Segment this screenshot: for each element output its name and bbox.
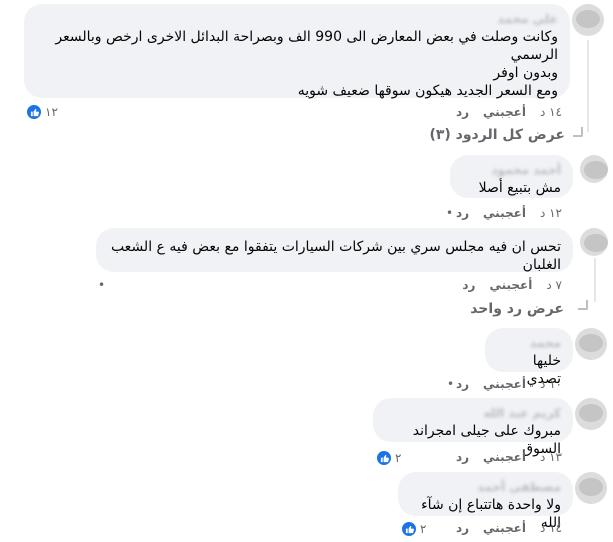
like-button[interactable]: أعجبني: [489, 278, 532, 292]
separator-dot: •: [446, 206, 454, 220]
like-button[interactable]: أعجبني: [483, 521, 526, 535]
reaction-summary[interactable]: ٢: [376, 450, 401, 466]
comment-text: تحس ان فيه مجلس سري بين شركات السيارات ي…: [110, 239, 561, 273]
comment-actions: ١٤ د أعجبني رد: [456, 521, 562, 535]
thread-line: [587, 40, 589, 132]
reply-button[interactable]: رد: [456, 450, 469, 464]
avatar[interactable]: [580, 228, 608, 256]
comment-author[interactable]: محمد: [497, 336, 561, 350]
comment-time[interactable]: ١٤ د: [540, 521, 562, 535]
comment-time[interactable]: ١٢ د: [540, 206, 562, 220]
reaction-count: ٢: [395, 451, 402, 465]
comment-text-line: ومع السعر الجديد هيكون سوقها ضعيف شويه: [297, 83, 558, 99]
like-button[interactable]: أعجبني: [483, 377, 526, 391]
like-button[interactable]: أعجبني: [483, 105, 526, 119]
comment-author[interactable]: مصطفى أحمد: [410, 480, 561, 494]
reply-arrow-icon: [573, 127, 583, 137]
reply-button[interactable]: رد: [456, 377, 469, 391]
avatar[interactable]: [575, 472, 607, 504]
reaction-summary[interactable]: ٢: [401, 521, 426, 537]
comment-bubble: علي محمد وكانت وصلت في بعض المعارض الى 9…: [24, 4, 570, 99]
like-icon: [26, 104, 42, 120]
reaction-count: ١٢: [45, 105, 58, 119]
view-one-reply-link[interactable]: عرض رد واحد: [470, 301, 564, 317]
reply-button[interactable]: رد: [462, 278, 475, 292]
avatar[interactable]: [575, 328, 607, 360]
avatar[interactable]: [572, 4, 604, 36]
like-icon: [401, 521, 417, 537]
comment-author[interactable]: علي محمد: [36, 12, 558, 26]
comment-author[interactable]: أحمد محمود: [462, 163, 561, 177]
comment-bubble: مصطفى أحمد ولا واحدة هاتتباع إن شآء الله: [398, 472, 573, 531]
reply-arrow-icon: [578, 300, 588, 310]
separator-dot: •: [98, 278, 106, 292]
comment-bubble: محمد خليها تصدي: [485, 328, 573, 387]
reaction-summary[interactable]: ١٢: [26, 104, 58, 120]
comment-bubble: أحمد محمود مش بتبيع أصلا: [450, 155, 573, 198]
reply-button[interactable]: رد: [456, 105, 469, 119]
comment-bubble: كريم عبد الله مبروك على جيلى امجراند الس…: [373, 398, 573, 457]
like-button[interactable]: أعجبني: [483, 206, 526, 220]
comment-time[interactable]: ١٣ د: [540, 450, 562, 464]
comment-text: مش بتبيع أصلا: [478, 180, 561, 196]
comment-actions: ١٠ د أعجبني رد: [456, 377, 562, 391]
avatar[interactable]: [580, 155, 608, 183]
comment-actions: ١٣ د أعجبني رد: [456, 450, 562, 464]
comment-text-line: وكانت وصلت في بعض المعارض الى 990 الف وب…: [55, 29, 558, 63]
avatar[interactable]: [575, 398, 607, 430]
comment-text-line: وبدون اوفر: [493, 65, 558, 81]
reaction-count: ٢: [420, 522, 427, 536]
separator-dot: •: [447, 377, 455, 391]
thread-line: [594, 258, 596, 302]
view-all-replies-link[interactable]: عرض كل الردود (٣): [429, 127, 565, 143]
comment-actions: ١٢ د أعجبني رد: [456, 206, 562, 220]
comment-time[interactable]: ١٤ د: [540, 105, 562, 119]
comment-author[interactable]: كريم عبد الله: [385, 406, 561, 420]
comment-actions: ١٤ د أعجبني رد: [456, 105, 562, 119]
comment-bubble: تحس ان فيه مجلس سري بين شركات السيارات ي…: [96, 228, 573, 273]
like-button[interactable]: أعجبني: [483, 450, 526, 464]
like-icon: [376, 450, 392, 466]
reply-button[interactable]: رد: [456, 206, 469, 220]
comment-time[interactable]: ٧ د: [546, 278, 562, 292]
comment-time[interactable]: ١٠ د: [540, 377, 562, 391]
comment-actions: ٧ د أعجبني رد: [462, 278, 562, 292]
reply-button[interactable]: رد: [456, 521, 469, 535]
